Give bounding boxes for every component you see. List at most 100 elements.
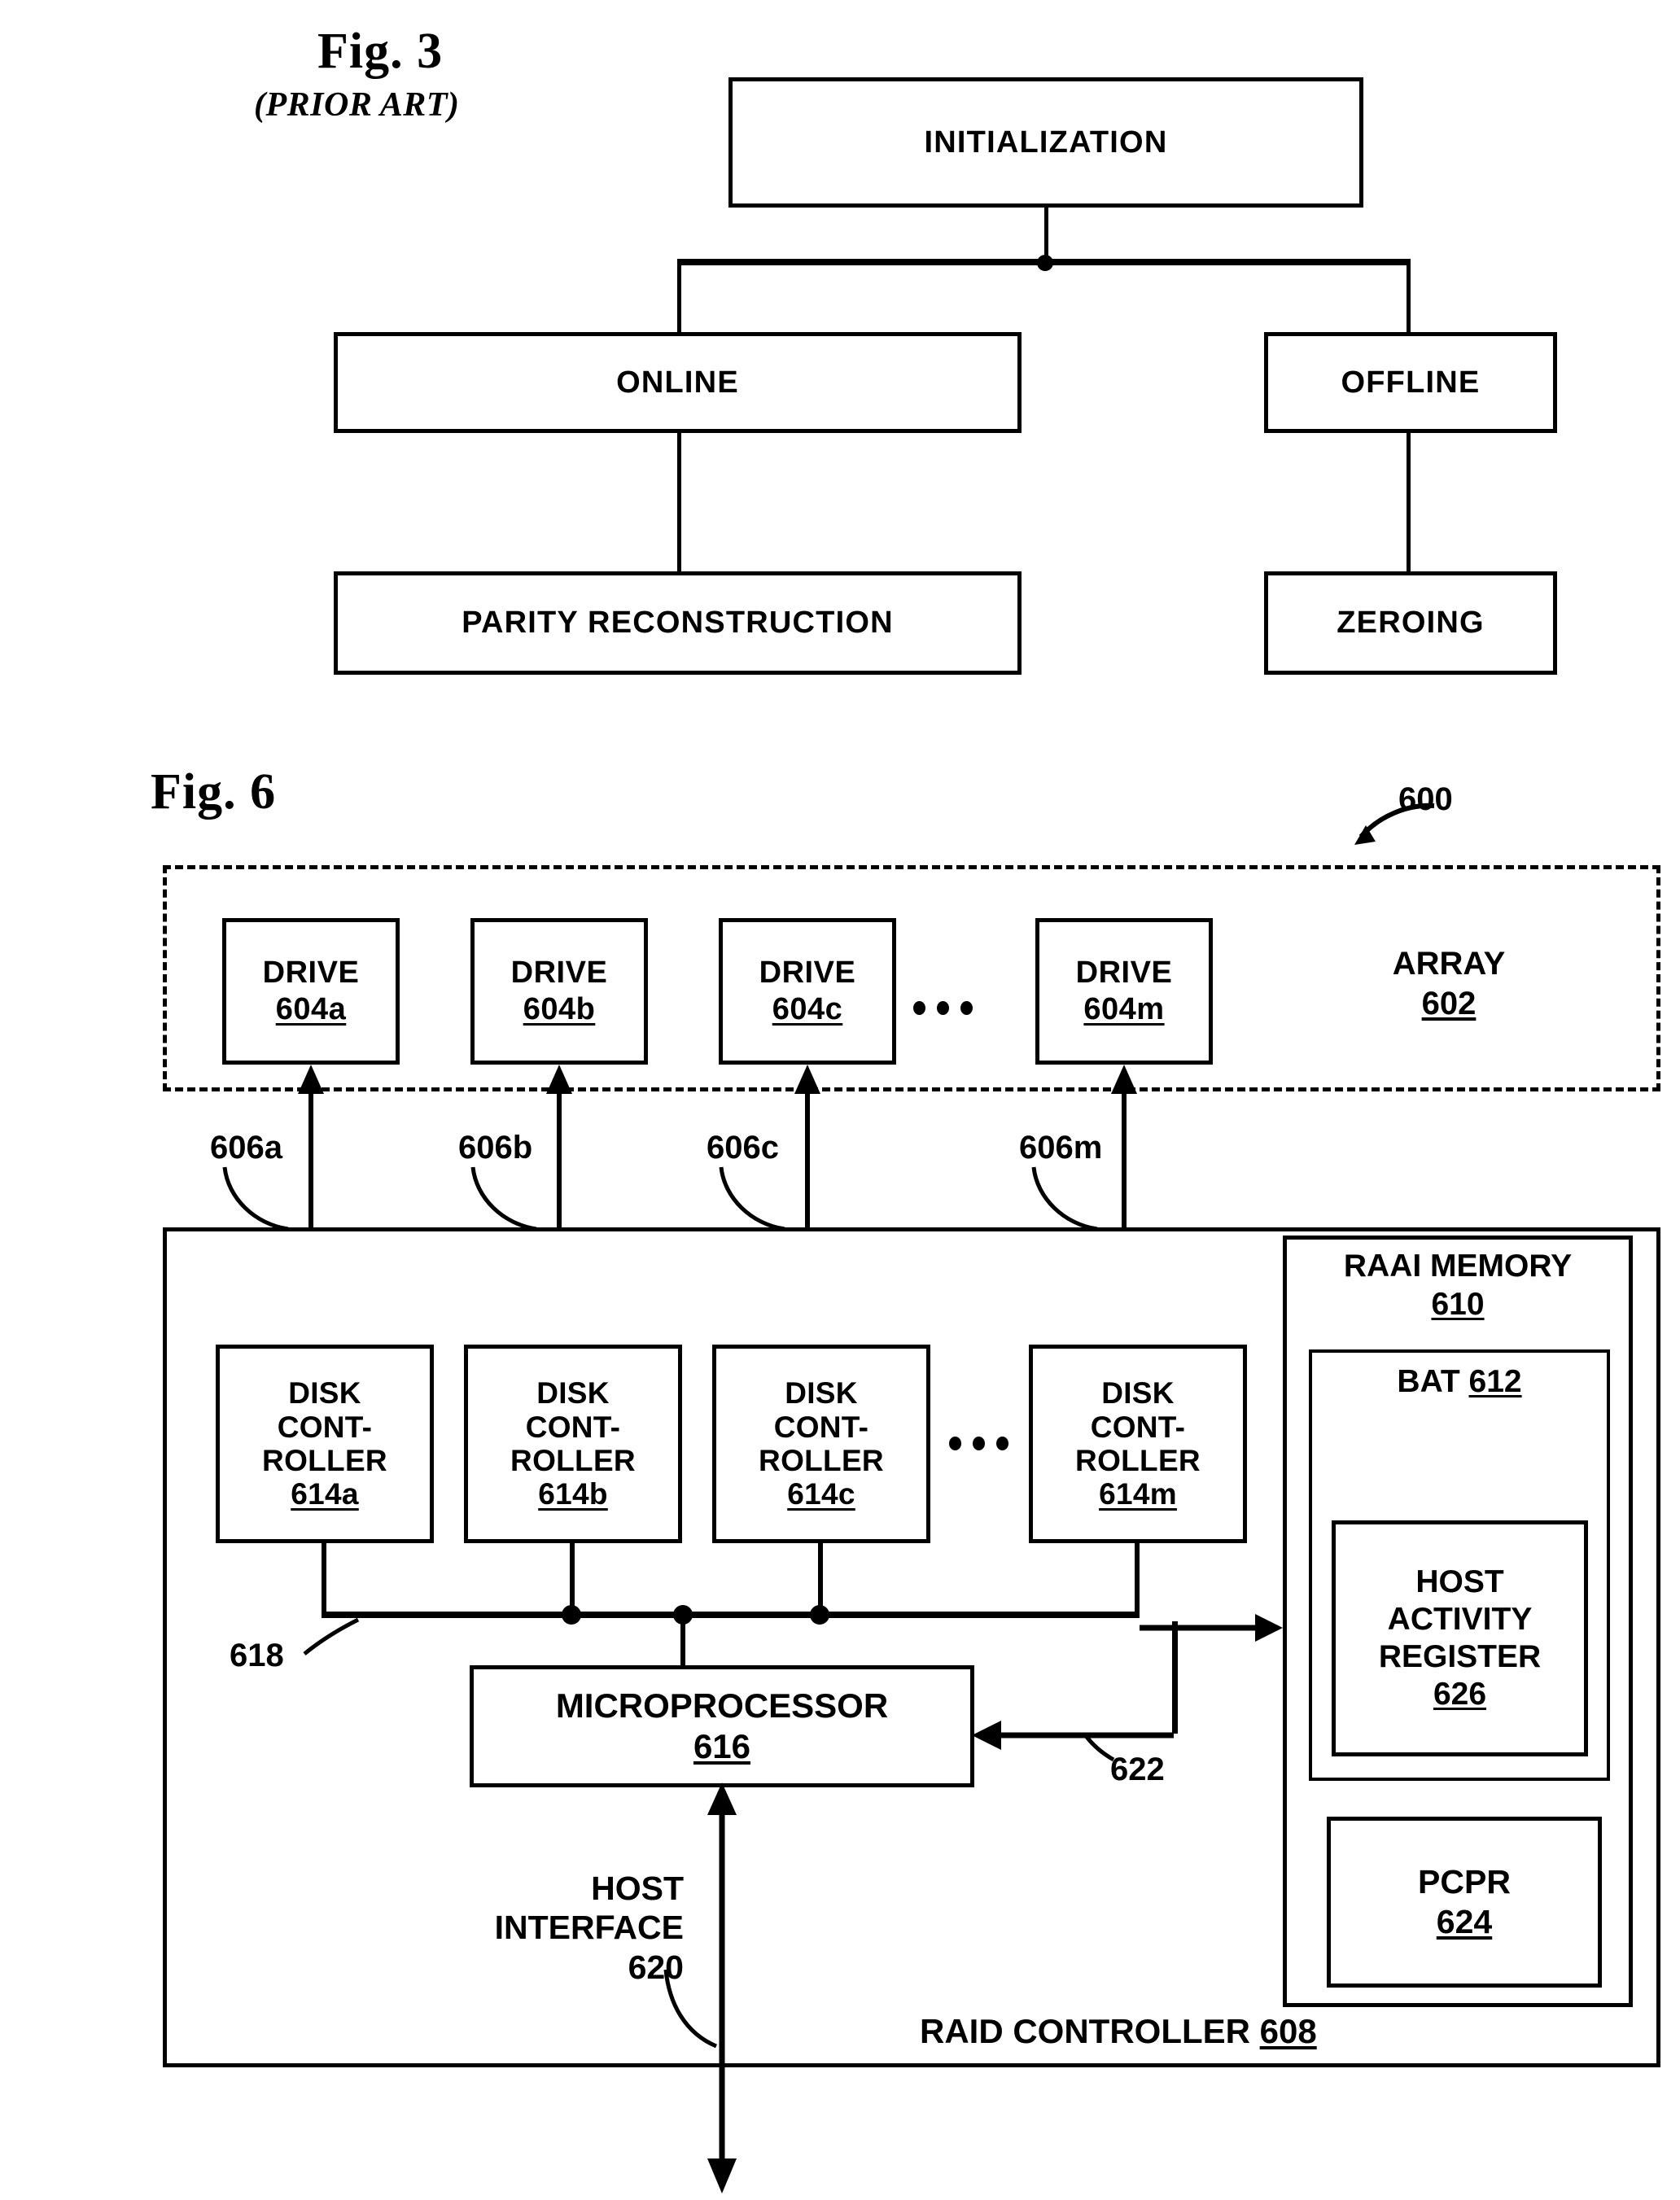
bus-618-junction-c — [810, 1605, 829, 1625]
raid-controller-ref: 608 — [1259, 2012, 1317, 2050]
raid-controller-label-group: RAID CONTROLLER 608 — [920, 2012, 1317, 2051]
bat-ref: 612 — [1468, 1364, 1522, 1399]
bus-618-to-microprocessor — [680, 1612, 685, 1665]
disk-controller-614a-line2: CONT- — [277, 1410, 373, 1444]
ref-618-label: 618 — [230, 1638, 284, 1673]
bat-label-group: BAT 612 — [1309, 1364, 1610, 1400]
array-label: ARRAY — [1392, 946, 1506, 982]
disk-controller-614c-line2: CONT- — [773, 1410, 869, 1444]
ref-606c-label: 606c — [707, 1130, 779, 1166]
connector-branch-bar — [677, 259, 1410, 265]
drive-604c: DRIVE 604c — [719, 918, 896, 1065]
node-initialization-label: INITIALIZATION — [924, 125, 1168, 160]
disk-controller-614b: DISK CONT- ROLLER 614b — [464, 1345, 682, 1543]
pcpr-ref: 624 — [1436, 1903, 1493, 1940]
connector-init-down — [1044, 208, 1048, 262]
disk-controller-614b-line1: DISK — [536, 1376, 610, 1411]
array-ref: 602 — [1421, 985, 1477, 1021]
raai-memory-ref: 610 — [1431, 1286, 1485, 1322]
array-label-group: ARRAY 602 — [1351, 944, 1547, 1024]
drive-604m-ref: 604m — [1083, 992, 1165, 1026]
disk-controller-614b-line2: CONT- — [525, 1410, 621, 1444]
disk-controller-614c-line1: DISK — [785, 1376, 858, 1411]
pcpr-label: PCPR — [1418, 1862, 1511, 1900]
disk-controller-614a-ref: 614a — [291, 1477, 359, 1511]
bus-618-drop-m — [1135, 1543, 1140, 1615]
host-interface-line1: HOST — [591, 1870, 684, 1907]
drive-604b-ref: 604b — [523, 992, 596, 1026]
disk-controller-614m: DISK CONT- ROLLER 614m — [1029, 1345, 1247, 1543]
drive-604m-label: DRIVE — [1075, 956, 1173, 991]
host-activity-register-line2: ACTIVITY — [1387, 1601, 1533, 1637]
drive-604b: DRIVE 604b — [470, 918, 648, 1065]
node-zeroing-label: ZEROING — [1337, 606, 1485, 640]
node-offline-label: OFFLINE — [1341, 365, 1481, 400]
disk-controllers-ellipsis-icon — [949, 1437, 1008, 1450]
ref-620-leader — [663, 1969, 717, 2049]
disk-controller-614m-line2: CONT- — [1090, 1410, 1186, 1444]
disk-controller-614c: DISK CONT- ROLLER 614c — [712, 1345, 930, 1543]
host-interface-line2: INTERFACE — [494, 1909, 684, 1947]
connector-to-online — [677, 259, 681, 332]
ref-618-leader — [303, 1617, 360, 1655]
disk-controller-614m-ref: 614m — [1099, 1477, 1177, 1511]
host-activity-register-line3: REGISTER — [1378, 1639, 1542, 1674]
bus-618-drop-b — [570, 1543, 575, 1615]
drive-604c-label: DRIVE — [759, 956, 856, 991]
drive-604b-label: DRIVE — [510, 956, 608, 991]
node-parity-reconstruction: PARITY RECONSTRUCTION — [334, 571, 1022, 675]
bat-label: BAT — [1397, 1364, 1460, 1399]
drive-604a-label: DRIVE — [262, 956, 360, 991]
node-initialization: INITIALIZATION — [728, 77, 1363, 208]
figure-6-title: Fig. 6 — [151, 764, 277, 820]
disk-controller-614a-line1: DISK — [288, 1376, 361, 1411]
ref-606b-label: 606b — [458, 1130, 533, 1166]
disk-controller-614a: DISK CONT- ROLLER 614a — [216, 1345, 434, 1543]
disk-controller-614b-ref: 614b — [538, 1477, 608, 1511]
node-zeroing: ZEROING — [1264, 571, 1557, 675]
microprocessor-616: MICROPROCESSOR 616 — [470, 1665, 974, 1787]
connector-online-to-parity — [677, 433, 681, 571]
pcpr-624: PCPR 624 — [1327, 1817, 1602, 1988]
signal-622-to-microprocessor-arrow — [972, 1721, 1174, 1750]
disk-controller-614m-line1: DISK — [1101, 1376, 1175, 1411]
microprocessor-label: MICROPROCESSOR — [555, 1686, 889, 1725]
host-interface-ref: 620 — [628, 1948, 684, 1986]
disk-controller-614m-line3: ROLLER — [1075, 1444, 1201, 1477]
ref-622-leader — [1082, 1732, 1115, 1762]
raai-memory-label: RAAI MEMORY — [1343, 1249, 1573, 1284]
drive-604c-ref: 604c — [772, 992, 843, 1026]
bus-618-drop-a — [322, 1543, 326, 1615]
raid-controller-label: RAID CONTROLLER — [920, 2012, 1250, 2050]
connector-offline-to-zeroing — [1407, 433, 1411, 571]
disk-controller-614a-line3: ROLLER — [262, 1444, 387, 1477]
microprocessor-ref: 616 — [693, 1727, 751, 1765]
drive-604a: DRIVE 604a — [222, 918, 400, 1065]
figure-3-title: Fig. 3 — [317, 24, 444, 79]
host-activity-register-line1: HOST — [1415, 1564, 1504, 1599]
disk-controller-614b-line3: ROLLER — [510, 1444, 636, 1477]
signal-path-622-vertical — [1172, 1621, 1178, 1734]
ref-606a-label: 606a — [210, 1130, 282, 1166]
drives-ellipsis-icon — [913, 1001, 973, 1015]
bus-618-bar — [322, 1612, 1140, 1618]
connector-to-offline — [1407, 259, 1411, 332]
raai-memory-label-group: RAAI MEMORY 610 — [1283, 1248, 1633, 1324]
disk-controller-614c-line3: ROLLER — [759, 1444, 884, 1477]
node-online-label: ONLINE — [616, 365, 739, 400]
ref-606m-label: 606m — [1019, 1130, 1103, 1166]
disk-controller-614c-ref: 614c — [787, 1477, 855, 1511]
node-online: ONLINE — [334, 332, 1022, 433]
host-interface-label-group: HOST INTERFACE 620 — [440, 1869, 684, 1987]
bus-618-drop-c — [818, 1543, 823, 1615]
node-offline: OFFLINE — [1264, 332, 1557, 433]
figure-3-subtitle: (PRIOR ART) — [254, 86, 460, 124]
drive-604a-ref: 604a — [275, 992, 347, 1026]
drive-604m: DRIVE 604m — [1035, 918, 1213, 1065]
host-activity-register-ref: 626 — [1433, 1677, 1487, 1712]
bus-618-junction-b — [562, 1605, 581, 1625]
signal-to-host-activity-register-arrow — [1140, 1614, 1283, 1642]
node-parity-reconstruction-label: PARITY RECONSTRUCTION — [462, 606, 894, 640]
host-activity-register-626: HOST ACTIVITY REGISTER 626 — [1332, 1520, 1588, 1756]
ref-600-leader-arrow — [1354, 803, 1435, 845]
